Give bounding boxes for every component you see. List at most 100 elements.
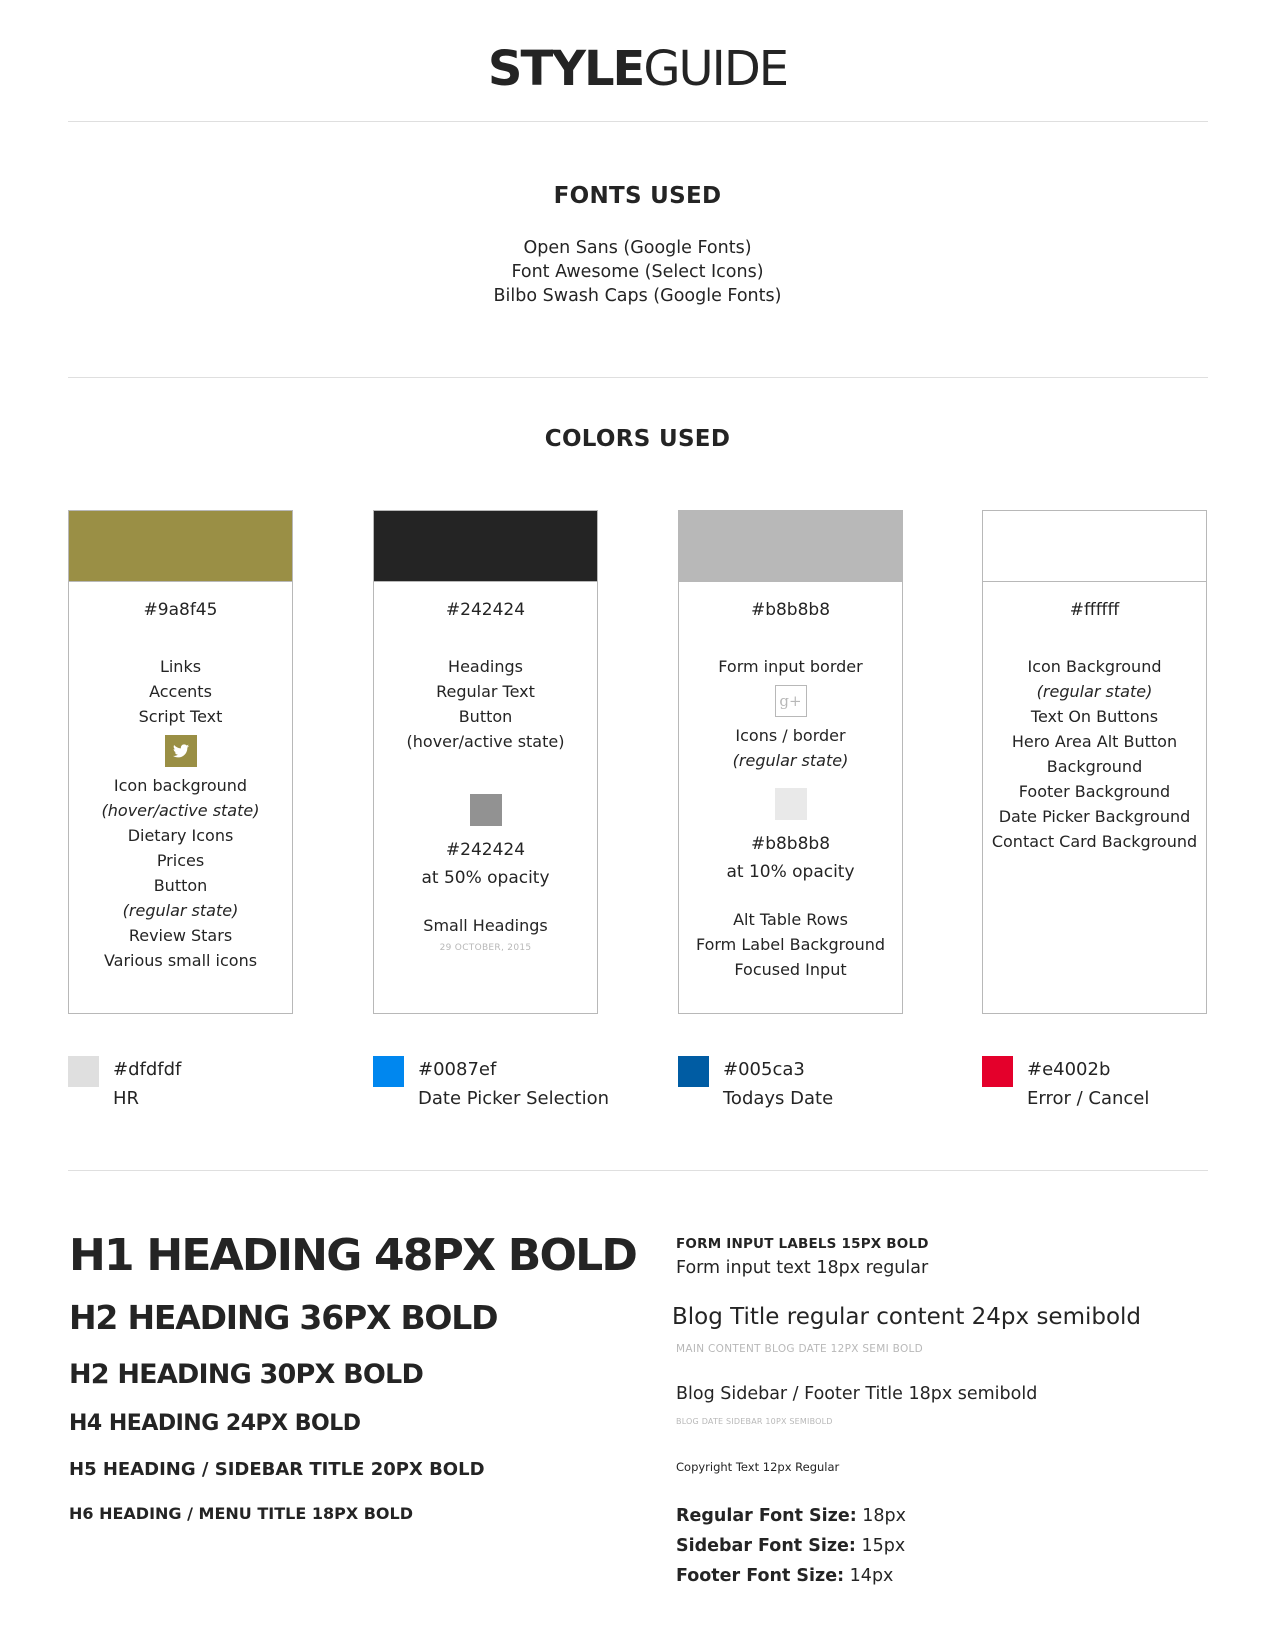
color-swatch <box>983 511 1206 582</box>
color-hex: #9a8f45 <box>143 600 218 620</box>
color-use: Icon Background <box>1027 657 1162 676</box>
color-use: (regular state) <box>732 751 849 770</box>
color-use: Icon background <box>113 776 248 795</box>
blog-date-sample: MAIN CONTENT BLOG DATE 12PX SEMI BOLD <box>676 1343 924 1355</box>
color-use: Text On Buttons <box>1030 707 1159 726</box>
h1-sample: H1 HEADING 48PX BOLD <box>69 1230 638 1281</box>
fonts-heading: FONTS USED <box>553 183 722 209</box>
sample-date: 29 OCTOBER, 2015 <box>439 943 532 953</box>
color-use: Focused Input <box>734 960 847 979</box>
color-use: Todays Date <box>723 1088 834 1109</box>
color-use: Hero Area Alt Button <box>1011 732 1178 751</box>
blog-title-sample: Blog Title regular content 24px semibold <box>672 1304 1142 1330</box>
sidebar-date-sample: BLOG DATE SIDEBAR 10PX SEMIBOLD <box>676 1417 833 1426</box>
color-card-white: #ffffff Icon Background (regular state) … <box>982 510 1207 1014</box>
color-card-gray: #b8b8b8 Form input border g+ Icons / bor… <box>678 510 903 1014</box>
variant-hex: #242424 <box>445 840 526 860</box>
color-use: (regular state) <box>1036 682 1153 701</box>
color-hex: #0087ef <box>418 1059 497 1080</box>
color-chip <box>373 1056 404 1087</box>
font-size-regular: Regular Font Size: 18px <box>676 1506 906 1526</box>
h2-sample: H2 HEADING 36PX BOLD <box>69 1298 499 1337</box>
color-use: Dietary Icons <box>127 826 234 845</box>
font-size-label: Sidebar Font Size: <box>676 1536 856 1556</box>
font-item: Bilbo Swash Caps (Google Fonts) <box>493 286 782 306</box>
title-light: GUIDE <box>643 41 789 97</box>
divider <box>68 121 1208 122</box>
font-size-label: Footer Font Size: <box>676 1566 845 1586</box>
color-hex: #b8b8b8 <box>750 600 831 620</box>
color-use: Date Picker Selection <box>418 1088 610 1109</box>
color-use: HR <box>113 1088 140 1109</box>
color-card-gold: #9a8f45 Links Accents Script Text Icon b… <box>68 510 293 1014</box>
color-chip <box>982 1056 1013 1087</box>
color-use: Links <box>159 657 202 676</box>
color-use: Various small icons <box>103 951 258 970</box>
color-use: Contact Card Background <box>991 832 1198 851</box>
color-use: Background <box>1046 757 1143 776</box>
color-use: Headings <box>448 657 523 676</box>
variant-hex: #b8b8b8 <box>750 834 831 854</box>
fonts-list: Open Sans (Google Fonts) Font Awesome (S… <box>0 236 1275 308</box>
color-use: Prices <box>156 851 205 870</box>
color-uses: Icon Background (regular state) Text On … <box>983 654 1206 854</box>
color-use: (regular state) <box>122 901 239 920</box>
h4-sample: H4 HEADING 24PX BOLD <box>69 1411 361 1436</box>
font-size-footer: Footer Font Size: 14px <box>676 1566 893 1586</box>
color-chip <box>68 1056 99 1087</box>
google-plus-icon: g+ <box>774 685 807 717</box>
color-hex: #ffffff <box>1069 600 1120 620</box>
variant-note: at 10% opacity <box>726 862 855 882</box>
color-hex: #005ca3 <box>723 1059 805 1080</box>
color-use: Script Text <box>138 707 223 726</box>
color-hex: #dfdfdf <box>113 1059 182 1080</box>
color-use: Regular Text <box>436 682 535 701</box>
form-input-sample: Form input text 18px regular <box>676 1258 929 1278</box>
divider <box>68 377 1208 378</box>
color-use: (hover/active state) <box>406 732 565 751</box>
font-size-sidebar: Sidebar Font Size: 15px <box>676 1536 905 1556</box>
color-use: Review Stars <box>128 926 233 945</box>
color-uses: Icon background (hover/active state) Die… <box>69 773 292 973</box>
color-chip <box>678 1056 709 1087</box>
color-use: Icons / border <box>735 726 846 745</box>
font-size-value: 18px <box>862 1506 907 1526</box>
page-title: STYLEGUIDE <box>0 38 1275 100</box>
h6-sample: H6 HEADING / MENU TITLE 18PX BOLD <box>69 1504 413 1523</box>
variant-note: at 50% opacity <box>421 868 550 888</box>
form-label-sample: FORM INPUT LABELS 15PX BOLD <box>676 1236 929 1252</box>
color-use: (hover/active state) <box>101 801 260 820</box>
color-hex: #e4002b <box>1027 1059 1111 1080</box>
h3-sample: H2 HEADING 30PX BOLD <box>69 1359 424 1390</box>
color-use: Error / Cancel <box>1027 1088 1150 1109</box>
color-uses: Headings Regular Text Button (hover/acti… <box>374 654 597 754</box>
twitter-icon <box>164 735 197 767</box>
color-use: Date Picker Background <box>998 807 1191 826</box>
color-use: Button <box>153 876 208 895</box>
sidebar-title-sample: Blog Sidebar / Footer Title 18px semibol… <box>676 1384 1038 1404</box>
font-item: Open Sans (Google Fonts) <box>523 238 752 258</box>
opacity-swatch <box>469 794 502 826</box>
color-use: Form Label Background <box>695 935 886 954</box>
font-size-value: 15px <box>861 1536 906 1556</box>
font-size-value: 14px <box>849 1566 894 1586</box>
divider <box>68 1170 1208 1171</box>
color-card-dark: #242424 Headings Regular Text Button (ho… <box>373 510 598 1014</box>
copyright-sample: Copyright Text 12px Regular <box>676 1460 840 1474</box>
color-use: Button <box>458 707 513 726</box>
h5-sample: H5 HEADING / SIDEBAR TITLE 20PX BOLD <box>69 1459 485 1480</box>
opacity-swatch <box>774 788 807 820</box>
color-hex: #242424 <box>445 600 526 620</box>
font-size-label: Regular Font Size: <box>676 1506 857 1526</box>
color-swatch <box>679 511 902 582</box>
color-uses: Icons / border (regular state) <box>679 723 902 773</box>
color-swatch <box>374 511 597 582</box>
color-use: Form input border <box>718 657 863 676</box>
color-uses: Alt Table Rows Form Label Background Foc… <box>679 907 902 982</box>
color-use: Accents <box>149 682 212 701</box>
color-uses: Links Accents Script Text <box>69 654 292 729</box>
font-item: Font Awesome (Select Icons) <box>511 262 764 282</box>
color-use: Footer Background <box>1018 782 1171 801</box>
variant-use: Small Headings <box>423 916 548 935</box>
colors-heading: COLORS USED <box>544 426 731 452</box>
